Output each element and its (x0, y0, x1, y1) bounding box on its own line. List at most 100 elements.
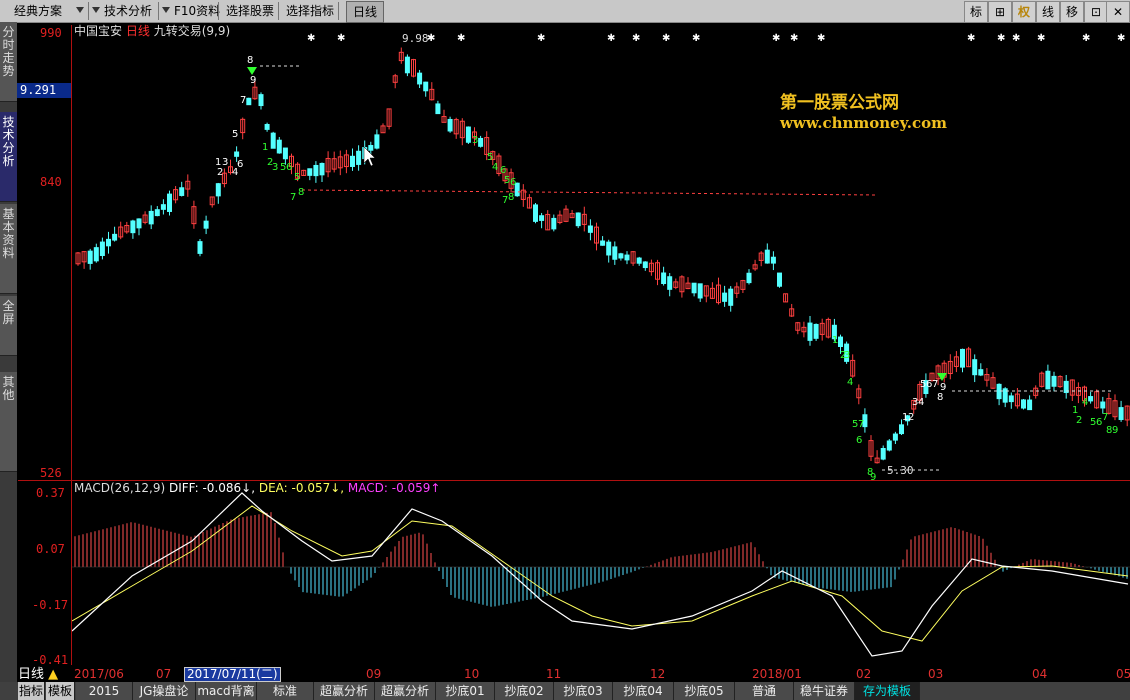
macd-dea-line (72, 505, 1129, 642)
signal-star-icon: ✱ (790, 33, 798, 44)
candle (770, 256, 776, 264)
chevron-down-icon[interactable] (162, 7, 170, 13)
signal-star-icon: ✱ (1117, 33, 1125, 44)
nine-turn-count: 4 (847, 377, 853, 388)
bottom-tab[interactable]: 标准 (257, 682, 314, 700)
tab-intraday[interactable]: 分时走势 (0, 22, 17, 102)
bottom-tab[interactable]: 抄底04 (613, 682, 674, 700)
candle (264, 123, 270, 130)
template-button[interactable]: 模板 (46, 682, 75, 700)
candle (465, 126, 471, 143)
nine-turn-count: 8 (247, 55, 253, 66)
bottom-tab[interactable]: 抄底03 (554, 682, 613, 700)
candle (1118, 407, 1124, 421)
grid-icon[interactable]: ⊞ (988, 1, 1012, 23)
adjust-rights-button[interactable]: 权 (1012, 1, 1036, 23)
candle (148, 210, 154, 225)
candle (539, 215, 545, 221)
candle (447, 118, 453, 132)
bottom-tab[interactable]: 稳牛证券 (794, 682, 855, 700)
tab-daily[interactable]: 日线 (346, 1, 385, 23)
bottom-tab[interactable]: 2015 (76, 682, 133, 700)
nine-turn-count: 9 (940, 382, 946, 393)
candlestick-chart[interactable]: 9.985.30✱ ✱ ✱ ✱ ✱ ✱ ✱ ✱ ✱ ✱ ✱ ✱ ✱ ✱ ✱ ✱ ✱ ✱89751 32 46123 5 6… (72, 25, 1130, 480)
panel-divider-left (18, 480, 72, 481)
macd-y-label-3: -0.17 (32, 598, 69, 612)
peak-price-label: 9.98 (402, 32, 429, 45)
candle (234, 151, 240, 157)
date-label: 07 (156, 667, 172, 681)
chevron-down-icon[interactable] (76, 7, 84, 13)
candle (636, 257, 642, 264)
mark-button[interactable]: 标 (964, 1, 988, 23)
date-label: 04 (1032, 667, 1048, 681)
candle (112, 233, 118, 241)
tab-fullscreen[interactable]: 全屏 (0, 296, 17, 356)
signal-star-icon: ✱ (1037, 33, 1045, 44)
candle (423, 81, 429, 92)
candle (899, 424, 904, 435)
tab-technical-analysis[interactable]: 技术分析 (0, 112, 17, 202)
menu-select-indicator[interactable]: 选择指标 (282, 0, 338, 22)
tab-others[interactable]: 其他 (0, 372, 17, 472)
date-label: 10 (464, 667, 480, 681)
nine-turn-count: 6 (856, 435, 862, 446)
candle (978, 369, 984, 376)
bottom-tab[interactable]: 超赢分析 (375, 682, 436, 700)
candle (417, 72, 423, 85)
bottom-tab[interactable]: 抄底05 (674, 682, 735, 700)
signal-star-icon: ✱ (632, 33, 640, 44)
bottom-tab-active[interactable]: 存为模板 (855, 682, 920, 700)
menu-technical-analysis[interactable]: 技术分析 (100, 0, 156, 22)
bottom-tab[interactable]: 抄底01 (436, 682, 495, 700)
menu-select-stock[interactable]: 选择股票 (222, 0, 278, 22)
nine-turn-count: 9 (250, 75, 256, 86)
candle (600, 240, 606, 246)
candle (1027, 399, 1033, 411)
bottom-tab[interactable]: 普通 (735, 682, 794, 700)
signal-star-icon: ✱ (1082, 33, 1090, 44)
close-icon[interactable]: ✕ (1106, 1, 1130, 23)
bottom-tab[interactable]: 超赢分析 (314, 682, 375, 700)
menu-f10-info[interactable]: F10资料 (170, 0, 224, 22)
candle (697, 283, 703, 299)
bottom-tab[interactable]: macd背离 (196, 682, 257, 700)
signal-star-icon: ✱ (607, 33, 615, 44)
nine-turn-count: 4 (1082, 397, 1088, 408)
selected-date: 2017/07/11(二) (184, 667, 281, 682)
candle (777, 272, 782, 287)
macd-chart[interactable] (72, 481, 1130, 666)
candle (533, 204, 538, 222)
line-button[interactable]: 线 (1036, 1, 1060, 23)
nine-turn-count: 4 (918, 397, 924, 408)
candle (307, 168, 313, 176)
macd-y-label-2: 0.07 (36, 542, 65, 556)
candle (282, 147, 288, 160)
low-price-label: 5.30 (887, 464, 914, 477)
date-label: 05 (1116, 667, 1130, 681)
tab-fundamentals[interactable]: 基本资料 (0, 204, 17, 294)
date-axis: 2017/06 07 2017/07/11(二) 09 10 11 12 201… (72, 667, 1130, 682)
signal-star-icon: ✱ (537, 33, 545, 44)
bottom-tab[interactable]: JG操盘论 (133, 682, 196, 700)
candle (313, 164, 319, 177)
candle (350, 155, 355, 167)
indicator-button[interactable]: 指标 (18, 682, 45, 700)
signal-star-icon: ✱ (967, 33, 975, 44)
menu-classic-scheme[interactable]: 经典方案 (10, 0, 66, 22)
candle (1051, 375, 1057, 387)
chevron-down-icon[interactable] (92, 7, 100, 13)
candle (1088, 396, 1094, 402)
candle (258, 94, 264, 107)
candle (154, 209, 160, 217)
nine-turn-count: 3 (844, 350, 850, 361)
candle (606, 241, 612, 256)
move-button[interactable]: 移 (1060, 1, 1084, 23)
bottom-tab[interactable]: 抄底02 (495, 682, 554, 700)
candle (886, 440, 892, 451)
nine-turn-count: 8 (937, 392, 943, 403)
watermark-url: www.chnmoney.com (780, 114, 947, 132)
candle (203, 220, 209, 229)
candle (1021, 399, 1026, 409)
restore-window-icon[interactable]: ⊡ (1084, 1, 1108, 23)
